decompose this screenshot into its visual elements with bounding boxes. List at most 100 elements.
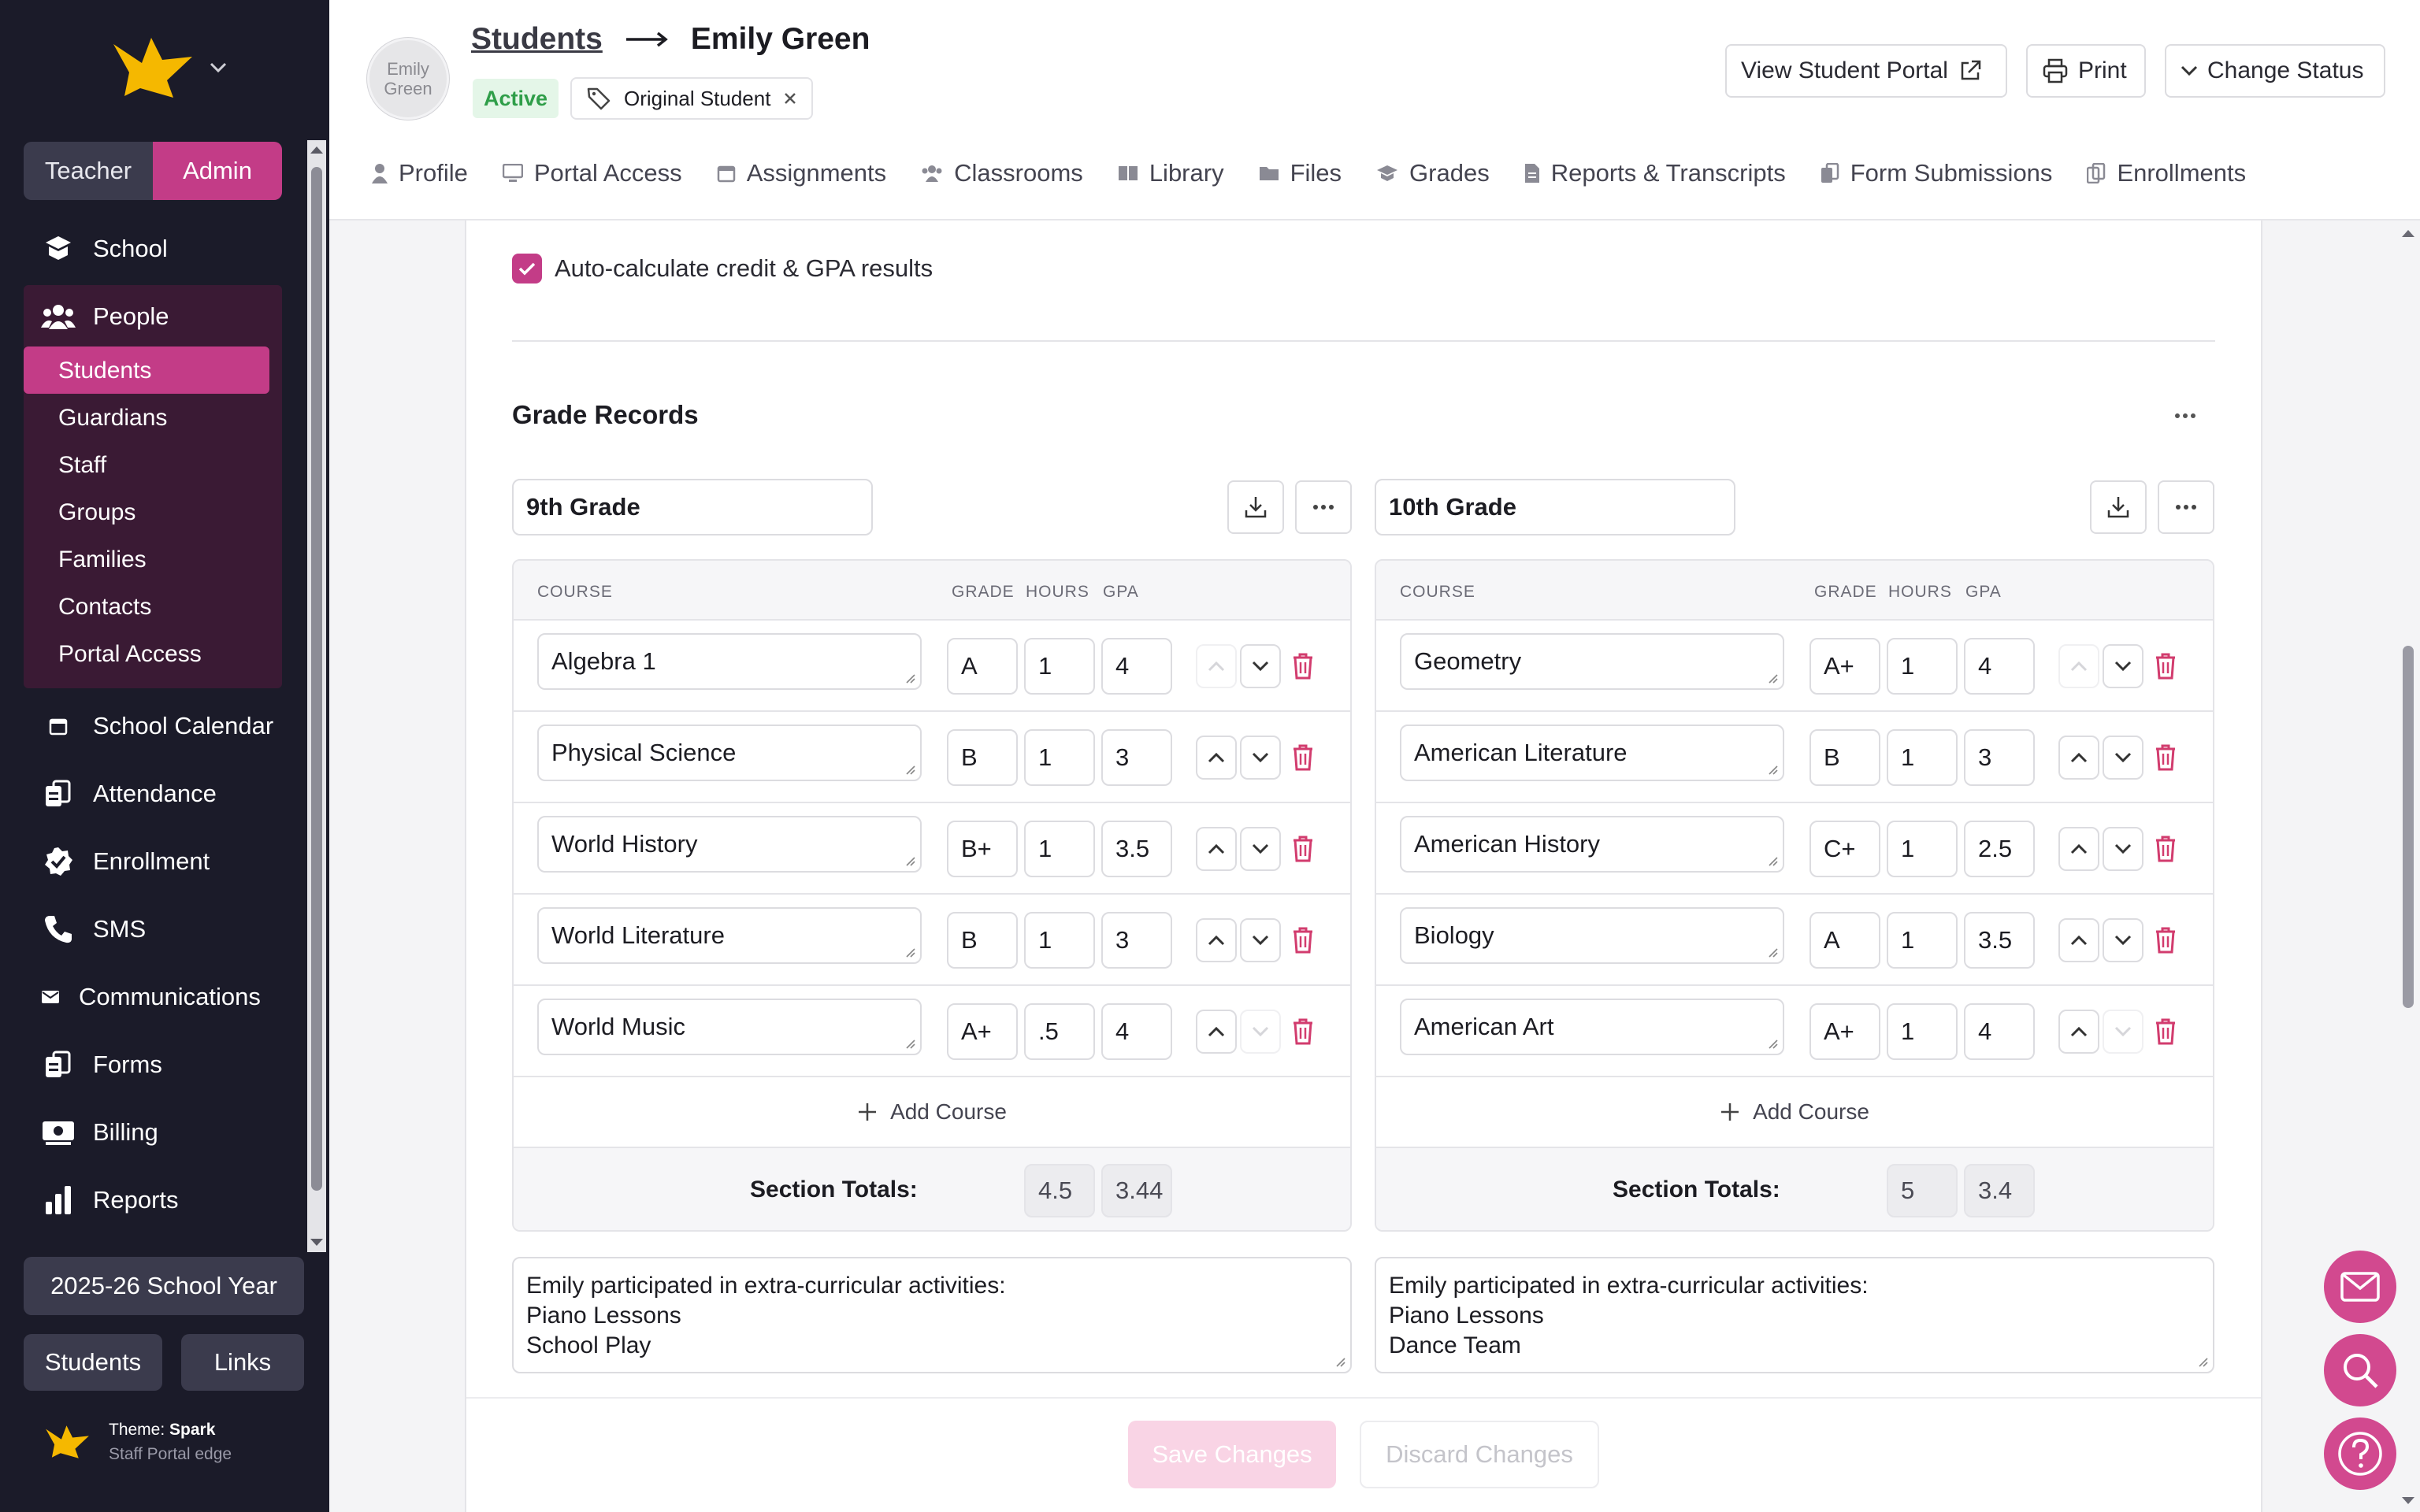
messages-fab[interactable]: [2324, 1251, 2396, 1323]
move-up-button[interactable]: [2058, 736, 2099, 780]
gpa-input[interactable]: 4: [1964, 1003, 2035, 1060]
move-up-button[interactable]: [1196, 736, 1237, 780]
section-notes-textarea[interactable]: Emily participated in extra-curricular a…: [512, 1257, 1352, 1373]
add-course-button[interactable]: Add Course: [1376, 1077, 2213, 1148]
grade-input[interactable]: A: [1809, 912, 1880, 969]
gpa-input[interactable]: 4: [1964, 638, 2035, 695]
sidebar-item-groups[interactable]: Groups: [58, 499, 135, 526]
gpa-input[interactable]: 3: [1101, 912, 1172, 969]
scroll-down-arrow-icon[interactable]: [310, 1238, 324, 1247]
delete-row-button[interactable]: [2150, 644, 2181, 688]
grade-input[interactable]: B: [947, 729, 1018, 786]
logo-menu[interactable]: [110, 36, 227, 99]
resize-grip-icon[interactable]: [1334, 1356, 1345, 1367]
breadcrumb-students-link[interactable]: Students: [471, 22, 603, 57]
download-section-button[interactable]: [1227, 480, 1284, 534]
sidebar-item-families[interactable]: Families: [58, 547, 147, 573]
tab-classrooms[interactable]: Classrooms: [921, 159, 1083, 187]
tab-portal-access[interactable]: Portal Access: [502, 159, 682, 187]
hours-input[interactable]: .5: [1024, 1003, 1095, 1060]
course-input[interactable]: World History: [537, 816, 922, 873]
section-more-button[interactable]: [2158, 480, 2214, 534]
resize-grip-icon[interactable]: [2197, 1356, 2208, 1367]
delete-row-button[interactable]: [1287, 644, 1319, 688]
view-student-portal-button[interactable]: View Student Portal: [1725, 44, 2007, 98]
course-input[interactable]: American Literature: [1400, 724, 1784, 781]
resize-grip-icon[interactable]: [904, 855, 915, 866]
resize-grip-icon[interactable]: [904, 1038, 915, 1049]
tab-assignments[interactable]: Assignments: [717, 159, 886, 187]
grade-input[interactable]: B: [1809, 729, 1880, 786]
section-name-input[interactable]: 9th Grade: [512, 479, 873, 536]
hours-input[interactable]: 1: [1024, 821, 1095, 877]
gpa-input[interactable]: 2.5: [1964, 821, 2035, 877]
print-button[interactable]: Print: [2026, 44, 2146, 98]
grade-input[interactable]: C+: [1809, 821, 1880, 877]
move-down-button[interactable]: [1240, 918, 1281, 962]
course-input[interactable]: Geometry: [1400, 633, 1784, 690]
sidebar-item-portal-access[interactable]: Portal Access: [58, 641, 202, 668]
move-down-button[interactable]: [2103, 827, 2143, 871]
role-admin-button[interactable]: Admin: [153, 142, 282, 200]
course-input[interactable]: World Literature: [537, 907, 922, 964]
nav-forms[interactable]: Forms: [41, 1047, 162, 1082]
move-down-button[interactable]: [1240, 1010, 1281, 1054]
main-scroll-thumb[interactable]: [2403, 646, 2414, 1008]
course-input[interactable]: Biology: [1400, 907, 1784, 964]
tab-enrollments[interactable]: Enrollments: [2087, 159, 2246, 187]
course-input[interactable]: American History: [1400, 816, 1784, 873]
gpa-input[interactable]: 4: [1101, 1003, 1172, 1060]
delete-row-button[interactable]: [1287, 736, 1319, 780]
hours-input[interactable]: 1: [1887, 729, 1958, 786]
section-name-input[interactable]: 10th Grade: [1375, 479, 1735, 536]
auto-calculate-option[interactable]: Auto-calculate credit & GPA results: [512, 254, 933, 284]
school-year-button[interactable]: 2025-26 School Year: [24, 1257, 304, 1315]
save-changes-button[interactable]: Save Changes: [1128, 1421, 1336, 1488]
section-notes-textarea[interactable]: Emily participated in extra-curricular a…: [1375, 1257, 2214, 1373]
grade-input[interactable]: B: [947, 912, 1018, 969]
move-down-button[interactable]: [1240, 827, 1281, 871]
gpa-input[interactable]: 3.5: [1101, 821, 1172, 877]
move-up-button[interactable]: [1196, 918, 1237, 962]
delete-row-button[interactable]: [2150, 1010, 2181, 1054]
section-more-button[interactable]: [1295, 480, 1352, 534]
gpa-input[interactable]: 3.5: [1964, 912, 2035, 969]
close-icon[interactable]: [783, 91, 797, 106]
delete-row-button[interactable]: [2150, 736, 2181, 780]
move-down-button[interactable]: [2103, 736, 2143, 780]
move-down-button[interactable]: [1240, 644, 1281, 688]
delete-row-button[interactable]: [1287, 827, 1319, 871]
grade-input[interactable]: A+: [1809, 638, 1880, 695]
search-fab[interactable]: [2324, 1334, 2396, 1406]
hours-input[interactable]: 1: [1024, 912, 1095, 969]
move-up-button[interactable]: [2058, 918, 2099, 962]
resize-grip-icon[interactable]: [904, 673, 915, 684]
move-up-button[interactable]: [2058, 644, 2099, 688]
nav-sms[interactable]: SMS: [41, 912, 146, 947]
scroll-up-arrow-icon[interactable]: [2401, 228, 2415, 238]
resize-grip-icon[interactable]: [1767, 1038, 1778, 1049]
hours-input[interactable]: 1: [1024, 638, 1095, 695]
resize-grip-icon[interactable]: [1767, 673, 1778, 684]
sidebar-item-guardians[interactable]: Guardians: [58, 405, 167, 432]
grade-input[interactable]: A+: [947, 1003, 1018, 1060]
nav-attendance[interactable]: Attendance: [41, 776, 217, 811]
scroll-up-arrow-icon[interactable]: [310, 145, 324, 154]
nav-enrollment[interactable]: Enrollment: [41, 844, 210, 879]
grade-input[interactable]: A+: [1809, 1003, 1880, 1060]
resize-grip-icon[interactable]: [904, 947, 915, 958]
gpa-input[interactable]: 3: [1964, 729, 2035, 786]
move-up-button[interactable]: [1196, 1010, 1237, 1054]
more-options-icon[interactable]: [2174, 413, 2196, 419]
move-up-button[interactable]: [2058, 1010, 2099, 1054]
nav-reports[interactable]: Reports: [41, 1183, 179, 1217]
course-input[interactable]: World Music: [537, 999, 922, 1055]
delete-row-button[interactable]: [1287, 918, 1319, 962]
download-section-button[interactable]: [2090, 480, 2147, 534]
delete-row-button[interactable]: [2150, 918, 2181, 962]
nav-people[interactable]: People: [41, 299, 169, 334]
scroll-down-arrow-icon[interactable]: [2401, 1496, 2415, 1506]
nav-school[interactable]: School: [41, 232, 168, 266]
gpa-input[interactable]: 3: [1101, 729, 1172, 786]
sidebar-item-staff[interactable]: Staff: [58, 452, 106, 479]
